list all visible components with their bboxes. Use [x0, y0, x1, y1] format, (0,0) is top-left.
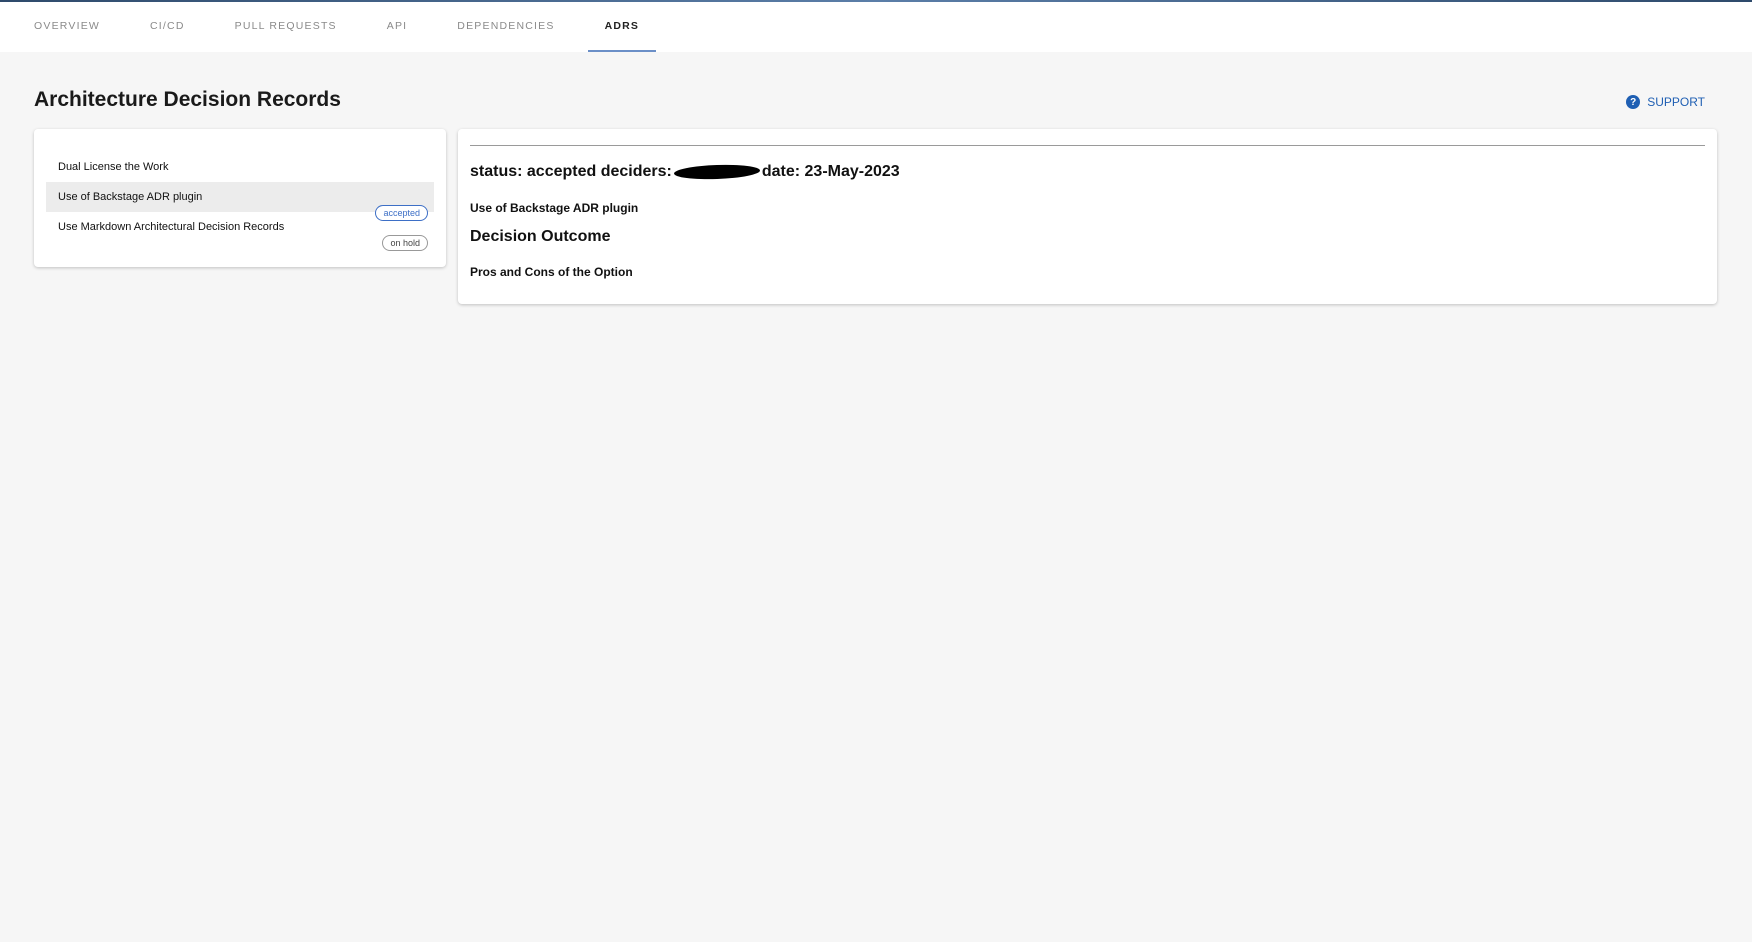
adr-list-card: Dual License the Work Use of Backstage A… [34, 129, 446, 267]
tab-dependencies[interactable]: DEPENDENCIES [440, 2, 571, 50]
adr-list-item-markdown-adr[interactable]: Use Markdown Architectural Decision Reco… [46, 212, 434, 251]
adr-list-item-title: Use Markdown Architectural Decision Reco… [58, 221, 285, 233]
redacted-deciders [673, 163, 761, 181]
status-deciders-label: status: accepted deciders: [470, 163, 672, 180]
tab-pull-requests[interactable]: PULL REQUESTS [218, 2, 354, 50]
adr-list-item-dual-license[interactable]: Dual License the Work [46, 152, 434, 182]
divider [470, 145, 1705, 146]
tab-overview[interactable]: OVERVIEW [17, 2, 117, 50]
adr-list-item-backstage-plugin[interactable]: Use of Backstage ADR plugin accepted [46, 182, 434, 221]
pros-cons-heading: Pros and Cons of the Option [470, 265, 633, 279]
tab-api[interactable]: API [370, 2, 425, 50]
page-title: Architecture Decision Records [34, 88, 341, 111]
support-label: SUPPORT [1647, 95, 1705, 109]
status-badge-on-hold: on hold [382, 235, 428, 251]
adr-summary: Use of Backstage ADR plugin [470, 201, 639, 215]
adr-metadata: status: accepted deciders: date: 23-May-… [470, 163, 900, 181]
adr-list-item-title: Use of Backstage ADR plugin [58, 191, 203, 203]
question-circle-icon: ? [1626, 95, 1641, 109]
adr-detail-card: status: accepted deciders: date: 23-May-… [458, 129, 1717, 304]
adr-list-item-title: Dual License the Work [58, 161, 169, 173]
tab-adrs[interactable]: ADRS [587, 2, 657, 52]
tab-bar: OVERVIEW CI/CD PULL REQUESTS API DEPENDE… [0, 2, 1752, 52]
decision-outcome-heading: Decision Outcome [470, 228, 611, 245]
support-button[interactable]: ? SUPPORT [1626, 95, 1705, 109]
tab-cicd[interactable]: CI/CD [133, 2, 202, 50]
date-label: date: 23-May-2023 [761, 163, 900, 180]
